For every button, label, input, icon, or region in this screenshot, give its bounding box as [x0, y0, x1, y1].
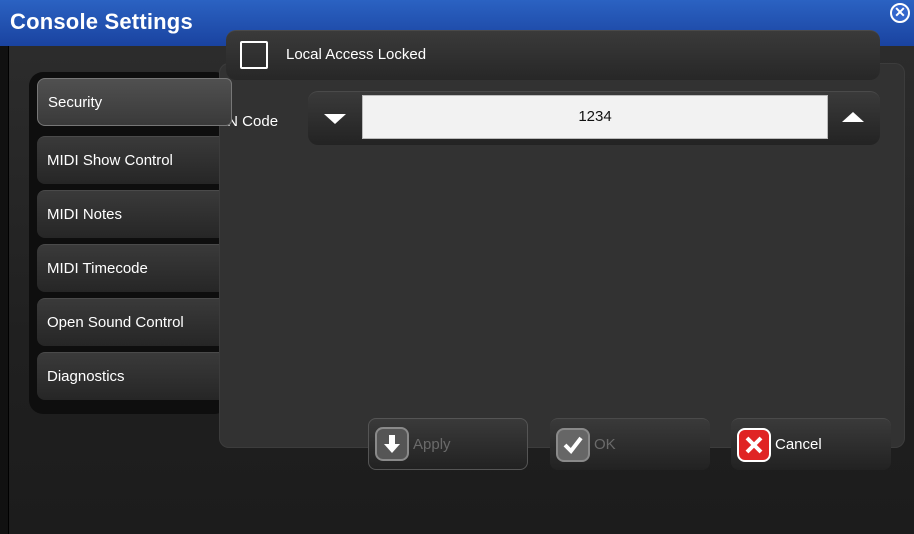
triangle-up-icon	[842, 112, 864, 122]
tab-open-sound-control[interactable]: Open Sound Control	[37, 298, 225, 346]
pin-code-spinner: 1234	[308, 91, 880, 145]
x-icon	[737, 427, 771, 462]
local-access-checkbox[interactable]	[240, 41, 268, 69]
tab-midi-show-control[interactable]: MIDI Show Control	[37, 136, 225, 184]
ok-button[interactable]: OK	[550, 418, 710, 470]
download-arrow-icon	[375, 427, 409, 461]
tab-label: Diagnostics	[47, 368, 125, 385]
tab-security[interactable]: Security	[37, 78, 232, 126]
tab-label: Security	[48, 93, 103, 111]
local-access-locked-toggle[interactable]: Local Access Locked	[226, 30, 880, 80]
tab-label: MIDI Notes	[47, 206, 123, 223]
cancel-button[interactable]: Cancel	[731, 418, 891, 470]
pin-increment-button[interactable]	[826, 92, 880, 144]
tab-label: Open Sound Control	[47, 314, 184, 331]
triangle-down-icon	[324, 114, 346, 124]
tab-label: MIDI Show Control	[47, 152, 173, 169]
pin-code-input[interactable]: 1234	[362, 95, 828, 139]
close-icon[interactable]: ✕	[890, 3, 910, 23]
window-title: Console Settings	[10, 9, 193, 34]
cancel-label: Cancel	[775, 436, 822, 453]
tab-label: MIDI Timecode	[47, 260, 148, 277]
checkmark-icon	[556, 427, 590, 462]
console-settings-window: Console Settings ✕ Security MIDI Show Co…	[0, 0, 914, 534]
apply-label: Apply	[413, 435, 451, 453]
tab-midi-timecode[interactable]: MIDI Timecode	[37, 244, 225, 292]
local-access-label: Local Access Locked	[286, 46, 427, 63]
pin-decrement-button[interactable]	[308, 92, 362, 144]
tab-diagnostics[interactable]: Diagnostics	[37, 352, 225, 400]
tab-midi-notes[interactable]: MIDI Notes	[37, 190, 225, 238]
ok-label: OK	[594, 436, 616, 453]
apply-button[interactable]: Apply	[368, 418, 528, 470]
